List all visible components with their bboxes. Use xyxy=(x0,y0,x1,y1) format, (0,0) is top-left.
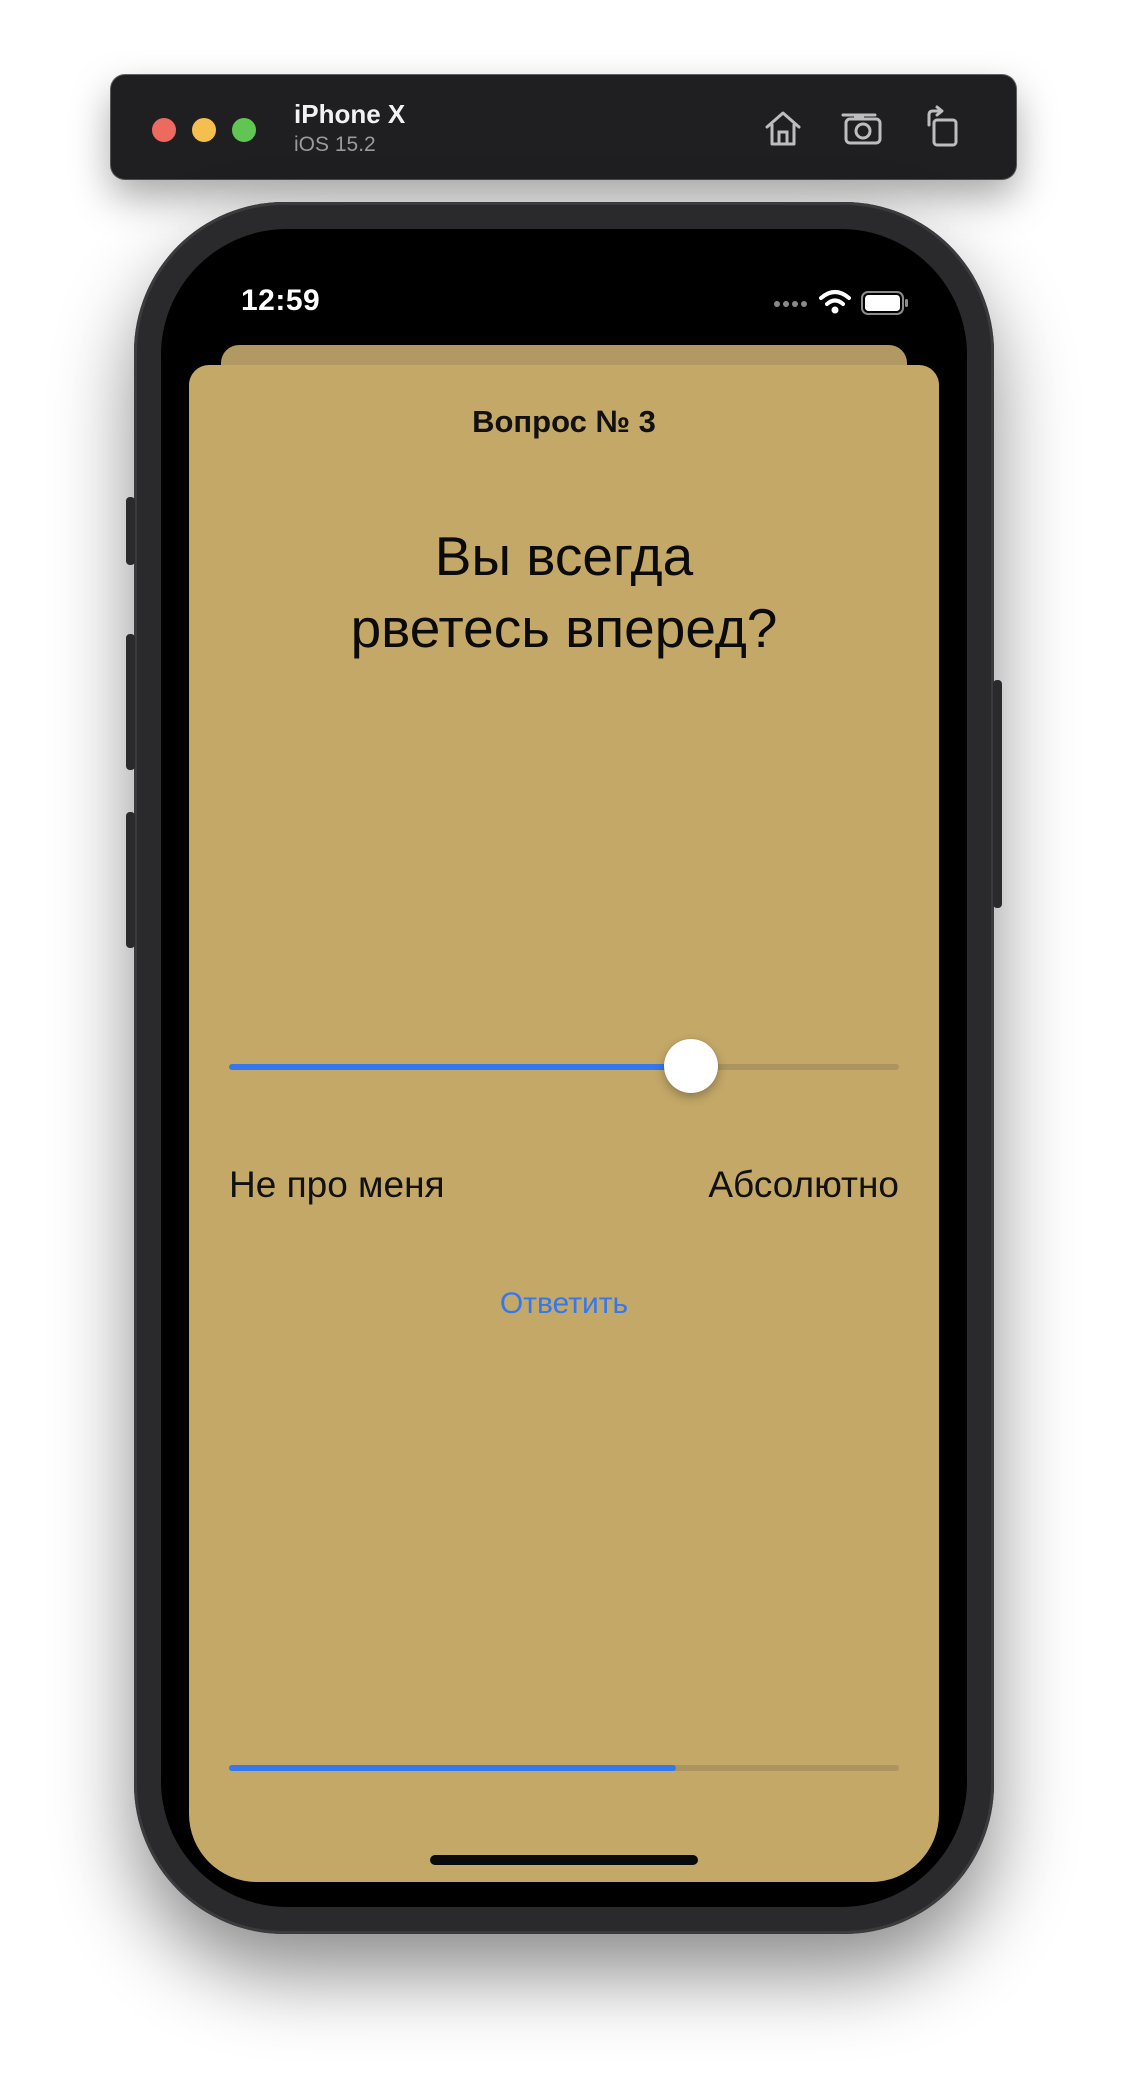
volume-down-button xyxy=(126,812,135,948)
home-button[interactable] xyxy=(758,103,808,153)
power-button xyxy=(993,680,1002,908)
answer-slider[interactable] xyxy=(229,1039,899,1095)
minimize-window-button[interactable] xyxy=(192,118,216,142)
status-icons xyxy=(774,288,910,318)
screenshot-icon xyxy=(841,113,882,145)
question-text-line-2: рветесь вперед? xyxy=(350,597,778,659)
status-time: 12:59 xyxy=(241,284,321,317)
quiz-progress-fill xyxy=(229,1765,676,1771)
wifi-icon xyxy=(819,290,851,314)
device-os-version: iOS 15.2 xyxy=(294,133,376,156)
volume-up-button xyxy=(126,634,135,770)
slider-thumb[interactable] xyxy=(664,1039,719,1093)
home-icon xyxy=(765,111,801,146)
screenshot-button[interactable] xyxy=(839,103,889,153)
rotate-icon xyxy=(927,105,958,147)
close-window-button[interactable] xyxy=(152,118,176,142)
zoom-window-button[interactable] xyxy=(232,118,256,142)
slider-max-label: Абсолютно xyxy=(708,1164,899,1205)
home-indicator[interactable] xyxy=(430,1855,698,1865)
device-name: iPhone X xyxy=(294,99,406,129)
rotate-button[interactable] xyxy=(919,103,969,153)
simulator-toolbar: iPhone X iOS 15.2 xyxy=(111,75,1016,179)
battery-icon xyxy=(861,291,908,315)
answer-button[interactable]: Ответить xyxy=(189,1287,939,1321)
mute-switch xyxy=(126,497,135,565)
question-card: Вопрос № 3 Вы всегда рветесь вперед? Не … xyxy=(189,365,939,1882)
question-number: Вопрос № 3 xyxy=(472,404,656,439)
cellular-icon xyxy=(774,301,807,307)
question-text: Вы всегда рветесь вперед? xyxy=(189,520,939,664)
question-text-line-1: Вы всегда xyxy=(434,525,694,587)
quiz-progress-bar xyxy=(229,1765,899,1771)
slider-min-label: Не про меня xyxy=(229,1164,445,1205)
slider-fill xyxy=(229,1064,692,1070)
